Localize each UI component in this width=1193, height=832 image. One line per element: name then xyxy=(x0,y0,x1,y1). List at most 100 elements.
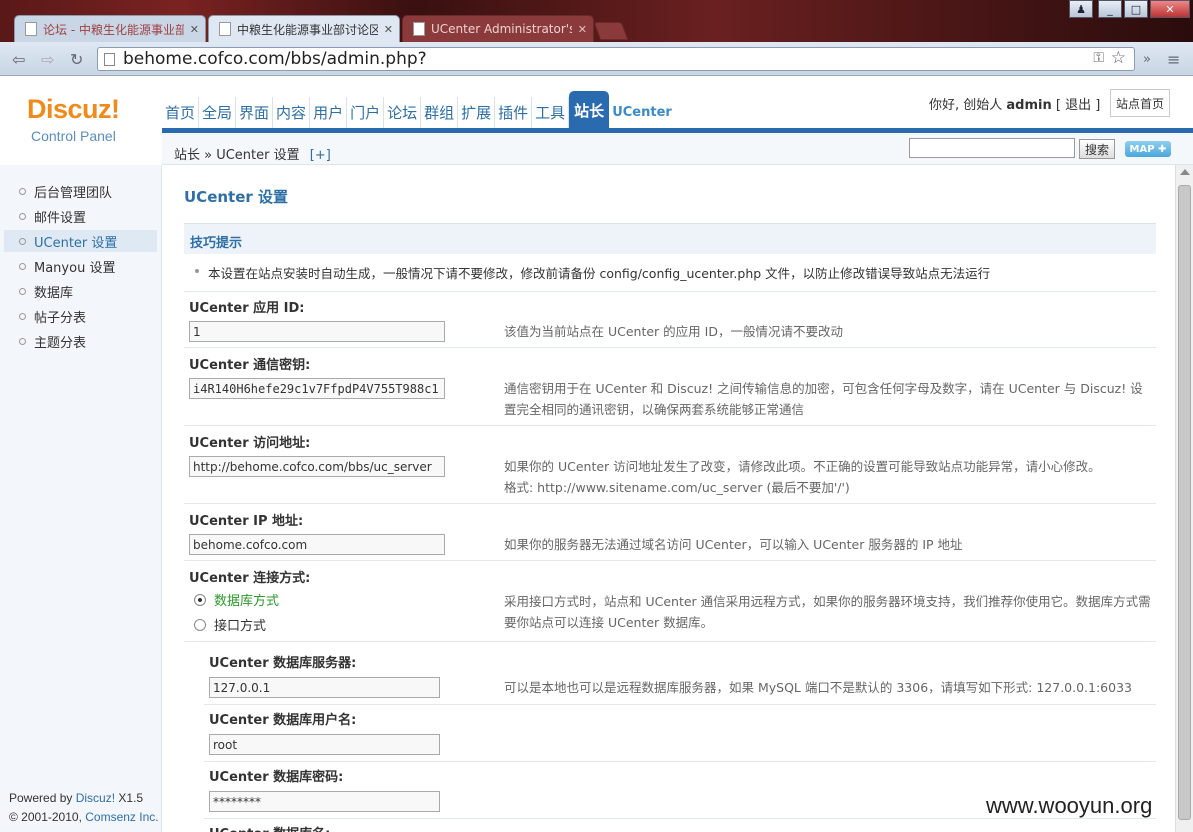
radio-icon[interactable] xyxy=(194,593,206,606)
forward-arrow-icon[interactable]: ⇨ xyxy=(41,50,54,69)
nav-home[interactable]: 首页 xyxy=(162,97,200,129)
nav-extensions[interactable]: 扩展 xyxy=(458,97,496,129)
db-user-input[interactable]: root xyxy=(209,734,440,755)
sidebar-item-manyou[interactable]: Manyou 设置 xyxy=(4,255,157,277)
db-password-label: UCenter 数据库密码: xyxy=(209,770,344,785)
bookmark-star-icon[interactable]: ☆ xyxy=(1111,48,1126,68)
copyright-text: © 2001-2010, xyxy=(9,810,82,824)
watermark: www.wooyun.org xyxy=(986,793,1153,818)
close-tab-icon[interactable]: ✕ xyxy=(384,23,393,36)
divider xyxy=(184,641,1156,642)
scroll-thumb[interactable] xyxy=(1178,185,1191,820)
app-id-input[interactable]: 1 xyxy=(189,321,445,342)
nav-global[interactable]: 全局 xyxy=(199,97,237,129)
page-icon xyxy=(413,22,425,36)
sidebar: 后台管理团队 邮件设置 UCenter 设置 Manyou 设置 数据库 帖子分… xyxy=(0,165,162,832)
db-password-input[interactable]: ******** xyxy=(209,791,440,812)
scroll-up-icon[interactable] xyxy=(1180,169,1190,175)
db-host-input[interactable]: 127.0.0.1 xyxy=(209,677,440,698)
greeting: 你好, 创始人 xyxy=(929,98,1003,113)
nav-forum[interactable]: 论坛 xyxy=(384,97,422,129)
page-icon xyxy=(219,22,231,36)
nav-ucenter[interactable]: UCenter xyxy=(609,97,675,129)
logout-link[interactable]: [ 退出 ] xyxy=(1056,98,1100,113)
sidebar-item-admin-team[interactable]: 后台管理团队 xyxy=(4,180,157,202)
radio-icon[interactable] xyxy=(194,618,206,631)
minimize-button[interactable]: _ xyxy=(1098,0,1122,18)
key-icon[interactable]: ⚿ xyxy=(1093,50,1104,66)
url-label: UCenter 访问地址: xyxy=(189,436,311,451)
reload-icon[interactable]: ↻ xyxy=(70,50,83,69)
connect-label: UCenter 连接方式: xyxy=(189,571,311,586)
nav-portal[interactable]: 门户 xyxy=(347,97,385,129)
sidebar-item-database[interactable]: 数据库 xyxy=(4,280,157,302)
tab-title: UCenter Administrator's xyxy=(431,22,572,36)
nav-interface[interactable]: 界面 xyxy=(236,97,274,129)
divider xyxy=(204,704,1156,705)
ip-label: UCenter IP 地址: xyxy=(189,514,304,529)
sidebar-item-ucenter[interactable]: UCenter 设置 xyxy=(4,230,157,252)
sidebar-item-label: Manyou 设置 xyxy=(34,260,116,276)
discuz-link[interactable]: Discuz! xyxy=(76,791,115,805)
browser-tab-3[interactable]: UCenter Administrator's ✕ xyxy=(402,15,594,42)
close-tab-icon[interactable]: ✕ xyxy=(190,23,199,36)
url-input[interactable]: http://behome.cofco.com/bbs/uc_server xyxy=(189,456,445,477)
bullet-icon xyxy=(195,269,199,273)
connect-desc: 采用接口方式时，站点和 UCenter 通信采用远程方式，如果你的服务器环境支持… xyxy=(504,594,1151,630)
close-tab-icon[interactable]: ✕ xyxy=(578,23,587,36)
auth-key-label: UCenter 通信密钥: xyxy=(189,358,311,373)
ip-input[interactable]: behome.cofco.com xyxy=(189,534,445,555)
close-window-button[interactable]: ✕ xyxy=(1150,0,1190,18)
logo-subtitle: Control Panel xyxy=(31,128,116,144)
page-icon xyxy=(104,52,115,66)
nav-plugins[interactable]: 插件 xyxy=(495,97,533,129)
divider xyxy=(184,291,1156,292)
sidebar-item-thread-split[interactable]: 主题分表 xyxy=(4,330,157,352)
nav-groups[interactable]: 群组 xyxy=(421,97,459,129)
breadcrumb-text: 站长 » UCenter 设置 xyxy=(174,148,300,163)
sidebar-item-mail[interactable]: 邮件设置 xyxy=(4,205,157,227)
top-navigation: 首页 全局 界面 内容 用户 门户 论坛 群组 扩展 插件 工具 站长 UCen… xyxy=(162,91,675,129)
new-tab-button[interactable] xyxy=(593,22,629,40)
user-icon[interactable]: ♟ xyxy=(1069,0,1093,18)
extensions-chevron-icon[interactable]: » xyxy=(1143,52,1151,67)
sidebar-item-label: 后台管理团队 xyxy=(34,185,113,201)
nav-admin[interactable]: 站长 xyxy=(569,91,610,129)
map-button[interactable]: MAP ✚ xyxy=(1125,141,1171,157)
powered-by: Powered by Discuz! X1.5 xyxy=(9,791,143,805)
radio-database[interactable]: 数据库方式 xyxy=(194,590,279,609)
divider xyxy=(184,425,1156,426)
browser-tab-2[interactable]: 中粮生化能源事业部讨论区 ✕ xyxy=(208,15,400,42)
divider xyxy=(204,761,1156,762)
back-arrow-icon[interactable]: ⇦ xyxy=(12,50,25,69)
browser-tab-1[interactable]: 论坛 - 中粮生化能源事业部 ✕ xyxy=(14,15,206,42)
sidebar-item-label: 数据库 xyxy=(34,285,74,301)
nav-users[interactable]: 用户 xyxy=(310,97,348,129)
url-text: behome.cofco.com/bbs/admin.php? xyxy=(123,49,427,69)
comsenz-link[interactable]: Comsenz Inc. xyxy=(85,810,158,824)
tips-header: 技巧提示 xyxy=(184,223,1156,254)
radio-label: 接口方式 xyxy=(214,619,267,634)
auth-key-input[interactable]: i4R140H6hefe29c1v7FfpdP4V755T988c1 xyxy=(189,378,445,399)
sidebar-item-post-split[interactable]: 帖子分表 xyxy=(4,305,157,327)
username: admin xyxy=(1006,98,1052,113)
app-id-label: UCenter 应用 ID: xyxy=(189,301,305,316)
search-button[interactable]: 搜索 xyxy=(1079,139,1115,159)
url-format: 格式: http://www.sitename.com/uc_server (最… xyxy=(504,480,850,495)
radio-interface[interactable]: 接口方式 xyxy=(194,615,266,634)
nav-tools[interactable]: 工具 xyxy=(532,97,570,129)
search-input[interactable] xyxy=(909,138,1075,158)
site-home-button[interactable]: 站点首页 xyxy=(1110,89,1170,117)
add-shortcut-link[interactable]: [+] xyxy=(310,148,331,163)
browser-window: 论坛 - 中粮生化能源事业部 ✕ 中粮生化能源事业部讨论区 ✕ UCenter … xyxy=(0,0,1193,832)
maximize-button[interactable]: □ xyxy=(1124,0,1148,18)
app-id-desc: 该值为当前站点在 UCenter 的应用 ID，一般情况请不要改动 xyxy=(504,324,843,339)
menu-icon[interactable]: ≡ xyxy=(1167,50,1180,69)
address-bar[interactable]: behome.cofco.com/bbs/admin.php? ⚿ ☆ xyxy=(97,47,1135,71)
nav-content[interactable]: 内容 xyxy=(273,97,311,129)
radio-label: 数据库方式 xyxy=(214,594,280,609)
vertical-scrollbar[interactable] xyxy=(1175,165,1193,832)
discuz-logo[interactable]: Discuz! Control Panel xyxy=(0,77,162,165)
tip-text: 本设置在站点安装时自动生成，一般情况下请不要修改，修改前请备份 config/c… xyxy=(208,266,991,281)
page-icon xyxy=(25,22,37,36)
